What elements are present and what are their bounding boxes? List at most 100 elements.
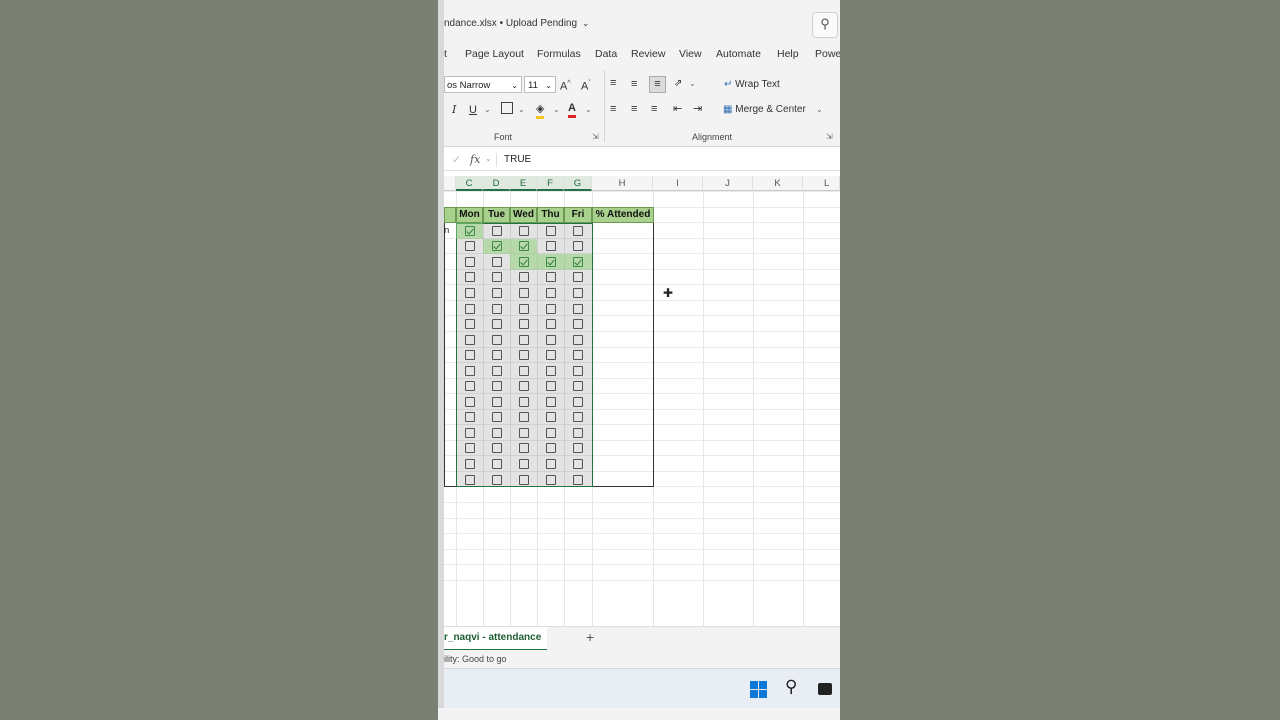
orientation-icon[interactable]: ⇗ — [674, 77, 682, 91]
attendance-checkbox[interactable] — [518, 303, 529, 314]
header-wed[interactable]: Wed — [510, 207, 537, 223]
attendance-checkbox[interactable] — [518, 381, 529, 392]
attendance-checkbox[interactable] — [491, 303, 502, 314]
attendance-checkbox[interactable] — [464, 225, 475, 236]
column-header-i[interactable]: I — [653, 176, 703, 191]
chevron-down-icon[interactable]: ⌄ — [816, 103, 823, 117]
tab-review[interactable]: Review — [631, 48, 665, 60]
chevron-down-icon[interactable]: ⌄ — [689, 77, 696, 91]
accessibility-status[interactable]: ility: Good to go — [444, 654, 507, 664]
add-sheet-button[interactable]: + — [586, 629, 594, 645]
tab-view[interactable]: View — [679, 48, 702, 60]
attendance-checkbox[interactable] — [464, 427, 475, 438]
font-color-icon[interactable]: A — [568, 101, 576, 118]
attendance-checkbox[interactable] — [491, 350, 502, 361]
attendance-checkbox[interactable] — [545, 459, 556, 470]
attendance-checkbox[interactable] — [518, 319, 529, 330]
attendance-checkbox[interactable] — [491, 241, 502, 252]
increase-font-size-button[interactable]: A^ — [560, 77, 571, 94]
attendance-checkbox[interactable] — [464, 381, 475, 392]
attendance-checkbox[interactable] — [518, 334, 529, 345]
attendance-checkbox[interactable] — [545, 303, 556, 314]
fx-icon[interactable]: fx — [470, 153, 480, 166]
attendance-checkbox[interactable] — [545, 256, 556, 267]
column-header-k[interactable]: K — [753, 176, 803, 191]
decrease-font-size-button[interactable]: Aˇ — [581, 77, 591, 94]
italic-button[interactable]: I — [452, 103, 456, 117]
attendance-checkbox[interactable] — [573, 287, 583, 298]
taskbar-app-icon[interactable] — [818, 683, 832, 695]
attendance-checkbox[interactable] — [464, 319, 475, 330]
attendance-checkbox[interactable] — [573, 459, 583, 470]
attendance-checkbox[interactable] — [491, 474, 502, 485]
chevron-down-icon[interactable]: ⌄ — [518, 103, 525, 117]
attendance-checkbox[interactable] — [573, 256, 583, 267]
column-header-b[interactable] — [444, 176, 456, 191]
wrap-text-button[interactable]: ↵ Wrap Text — [724, 78, 780, 92]
attendance-checkbox[interactable] — [573, 396, 583, 407]
attendance-checkbox[interactable] — [573, 319, 583, 330]
attendance-checkbox[interactable] — [573, 334, 583, 345]
attendance-checkbox[interactable] — [491, 256, 502, 267]
attendance-checkbox[interactable] — [573, 225, 583, 236]
attendance-checkbox[interactable] — [545, 272, 556, 283]
chevron-down-icon[interactable]: ⌄ — [485, 154, 492, 163]
attendance-checkbox[interactable] — [491, 287, 502, 298]
windows-start-icon[interactable] — [750, 681, 767, 698]
attendance-checkbox[interactable] — [545, 241, 556, 252]
attendance-checkbox[interactable] — [491, 272, 502, 283]
attendance-checkbox[interactable] — [464, 334, 475, 345]
attendance-checkbox[interactable] — [464, 272, 475, 283]
attendance-checkbox[interactable] — [573, 381, 583, 392]
chevron-down-icon[interactable]: ⌄ — [553, 103, 560, 117]
attendance-checkbox[interactable] — [573, 303, 583, 314]
dialog-launcher-icon[interactable]: ⇲ — [592, 132, 599, 141]
tab-page-layout[interactable]: Page Layout — [465, 48, 524, 60]
attendance-checkbox[interactable] — [491, 396, 502, 407]
align-right-icon[interactable]: ≡ — [651, 102, 657, 116]
attendance-checkbox[interactable] — [545, 412, 556, 423]
tab-help[interactable]: Help — [777, 48, 799, 60]
attendance-checkbox[interactable] — [491, 443, 502, 454]
attendance-checkbox[interactable] — [573, 365, 583, 376]
header-percent-attended[interactable]: % Attended — [592, 207, 654, 223]
tab-insert[interactable]: t — [444, 48, 447, 60]
attendance-checkbox[interactable] — [573, 272, 583, 283]
chevron-down-icon[interactable]: ⌄ — [585, 103, 592, 117]
attendance-checkbox[interactable] — [573, 350, 583, 361]
taskbar-search-icon[interactable]: ⚲ — [785, 677, 797, 697]
attendance-checkbox[interactable] — [545, 443, 556, 454]
decrease-indent-icon[interactable]: ⇤ — [673, 102, 682, 116]
header-fri[interactable]: Fri — [564, 207, 592, 223]
attendance-checkbox[interactable] — [545, 396, 556, 407]
attendance-checkbox[interactable] — [518, 443, 529, 454]
header-cell-name[interactable] — [444, 207, 456, 223]
attendance-checkbox[interactable] — [491, 459, 502, 470]
align-top-icon[interactable]: ≡ — [610, 76, 616, 90]
attendance-checkbox[interactable] — [464, 365, 475, 376]
attendance-checkbox[interactable] — [464, 303, 475, 314]
attendance-checkbox[interactable] — [518, 272, 529, 283]
search-button[interactable]: ⚲ — [812, 12, 838, 38]
attendance-checkbox[interactable] — [545, 287, 556, 298]
attendance-checkbox[interactable] — [491, 334, 502, 345]
row-label-fragment[interactable]: n — [444, 225, 449, 236]
column-header-d[interactable]: D — [483, 176, 510, 191]
attendance-checkbox[interactable] — [464, 350, 475, 361]
attendance-checkbox[interactable] — [491, 225, 502, 236]
attendance-checkbox[interactable] — [464, 474, 475, 485]
column-header-l[interactable]: L — [803, 176, 840, 191]
attendance-checkbox[interactable] — [518, 241, 529, 252]
attendance-checkbox[interactable] — [518, 225, 529, 236]
header-thu[interactable]: Thu — [537, 207, 564, 223]
column-header-e[interactable]: E — [510, 176, 537, 191]
check-icon[interactable]: ✓ — [452, 153, 461, 166]
tab-power[interactable]: Powe — [815, 48, 840, 60]
attendance-checkbox[interactable] — [545, 350, 556, 361]
attendance-checkbox[interactable] — [464, 241, 475, 252]
borders-icon[interactable] — [501, 102, 513, 114]
sheet-tab-attendance[interactable]: r_naqvi - attendance — [444, 627, 548, 651]
attendance-checkbox[interactable] — [545, 381, 556, 392]
attendance-checkbox[interactable] — [518, 365, 529, 376]
attendance-checkbox[interactable] — [545, 334, 556, 345]
